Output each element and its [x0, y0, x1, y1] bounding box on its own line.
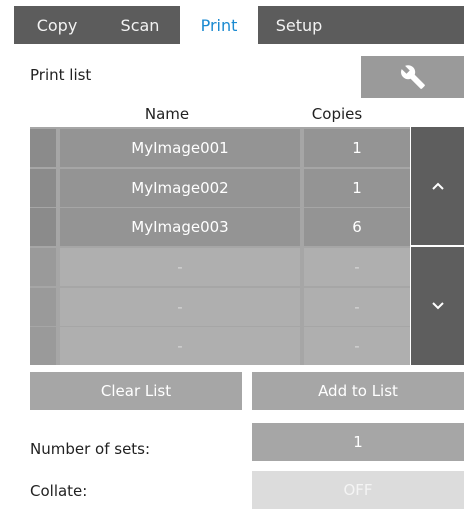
row-name: -	[60, 248, 300, 286]
row-selector[interactable]	[30, 169, 56, 207]
tab-bar: Copy Scan Print Setup	[14, 6, 464, 46]
chevron-up-icon	[431, 182, 444, 190]
row-copies: 6	[304, 208, 410, 246]
row-selector[interactable]	[30, 288, 56, 326]
print-list-label: Print list	[30, 66, 92, 84]
table-row[interactable]: - -	[30, 248, 410, 286]
column-header-copies: Copies	[311, 105, 363, 123]
column-header-name: Name	[144, 105, 190, 123]
tab-print[interactable]: Print	[180, 6, 258, 46]
row-selector[interactable]	[30, 208, 56, 246]
row-name: -	[60, 327, 300, 365]
clear-list-button[interactable]: Clear List	[30, 372, 242, 410]
wrench-icon	[400, 65, 425, 89]
row-selector[interactable]	[30, 248, 56, 286]
print-list-table: MyImage001 1 MyImage002 1 MyImage003 6 -…	[30, 127, 410, 365]
row-copies: -	[304, 327, 410, 365]
collate-toggle[interactable]: OFF	[252, 471, 464, 509]
number-of-sets-label: Number of sets:	[30, 440, 151, 458]
row-copies: 1	[304, 129, 410, 167]
scroll-down-button[interactable]	[411, 247, 464, 365]
scroll-up-button[interactable]	[411, 127, 464, 245]
row-selector[interactable]	[30, 129, 56, 167]
table-row[interactable]: MyImage003 6	[30, 208, 410, 246]
row-copies: -	[304, 248, 410, 286]
row-name: MyImage001	[60, 129, 300, 167]
row-copies: -	[304, 288, 410, 326]
row-name: -	[60, 288, 300, 326]
row-name: MyImage003	[60, 208, 300, 246]
add-to-list-button[interactable]: Add to List	[252, 372, 464, 410]
table-row[interactable]: MyImage001 1	[30, 129, 410, 167]
table-row[interactable]: MyImage002 1	[30, 169, 410, 207]
row-selector[interactable]	[30, 327, 56, 365]
table-row[interactable]: - -	[30, 288, 410, 326]
table-row[interactable]: - -	[30, 327, 410, 365]
tab-scan[interactable]: Scan	[100, 6, 180, 44]
number-of-sets-field[interactable]: 1	[252, 423, 464, 461]
chevron-down-icon	[431, 302, 444, 310]
tab-setup[interactable]: Setup	[258, 6, 340, 44]
print-settings-button[interactable]	[361, 56, 464, 98]
row-copies: 1	[304, 169, 410, 207]
row-name: MyImage002	[60, 169, 300, 207]
collate-label: Collate:	[30, 482, 88, 500]
tab-copy[interactable]: Copy	[14, 6, 100, 44]
